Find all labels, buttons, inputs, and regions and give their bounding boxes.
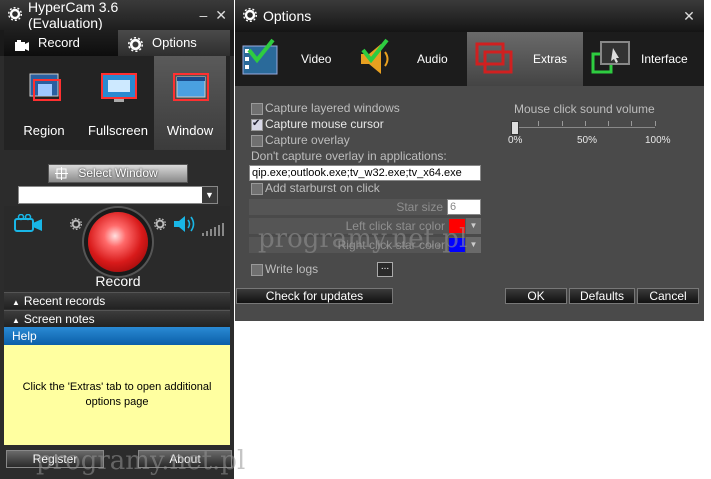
mouse-click-volume-track[interactable] bbox=[515, 127, 655, 128]
tab-video[interactable]: Video bbox=[235, 32, 351, 86]
main-titlebar: HyperCam 3.6 (Evaluation) – ✕ bbox=[0, 0, 234, 31]
tab-audio[interactable]: Audio bbox=[351, 32, 467, 86]
audio-speaker-icon bbox=[357, 38, 397, 81]
star-size-label: Star size bbox=[396, 200, 443, 214]
slider-tick bbox=[655, 121, 656, 126]
gear-icon[interactable] bbox=[242, 7, 258, 25]
write-logs-label: Write logs bbox=[265, 262, 319, 276]
add-starburst-checkbox[interactable] bbox=[251, 183, 263, 195]
ok-button[interactable]: OK bbox=[505, 288, 567, 304]
capture-layered-windows-checkbox[interactable] bbox=[251, 103, 263, 115]
tab-extras[interactable]: Extras bbox=[467, 32, 583, 86]
triangle-up-icon: ▲ bbox=[12, 316, 20, 325]
capture-mouse-cursor-label: Capture mouse cursor bbox=[265, 117, 384, 131]
capture-overlay-checkbox[interactable] bbox=[251, 135, 263, 147]
select-window-button[interactable]: Select Window bbox=[48, 164, 188, 183]
check-updates-button[interactable]: Check for updates bbox=[236, 288, 393, 304]
region-icon bbox=[28, 72, 64, 107]
gear-icon[interactable] bbox=[69, 217, 83, 233]
cancel-button[interactable]: Cancel bbox=[637, 288, 699, 304]
add-starburst-label: Add starburst on click bbox=[265, 181, 380, 195]
chevron-down-icon[interactable]: ▼ bbox=[202, 187, 217, 203]
capture-mode-selector: Region Fullscreen Window bbox=[4, 56, 230, 150]
capture-overlay-label: Capture overlay bbox=[265, 133, 350, 147]
write-logs-checkbox[interactable] bbox=[251, 264, 263, 276]
options-window: Options ✕ Video Audio Extras Interface C… bbox=[235, 0, 704, 321]
close-button[interactable]: ✕ bbox=[680, 7, 698, 25]
help-text: Click the 'Extras' tab to open additiona… bbox=[4, 345, 230, 445]
watermark: programy.net.pl bbox=[36, 446, 246, 476]
volume-level-icon bbox=[202, 222, 224, 239]
slider-tick bbox=[562, 121, 563, 126]
extras-windows-icon bbox=[473, 38, 517, 81]
section-recent-records[interactable]: ▲ Recent records bbox=[4, 292, 230, 309]
slider-tick bbox=[585, 121, 586, 126]
section-screen-notes[interactable]: ▲ Screen notes bbox=[4, 310, 230, 327]
volume-tick-50: 50% bbox=[577, 135, 598, 146]
slider-tick bbox=[608, 121, 609, 126]
overlay-apps-input[interactable]: qip.exe;outlook.exe;tv_w32.exe;tv_x64.ex… bbox=[249, 165, 481, 181]
star-size-row: Star size 6 bbox=[249, 199, 481, 215]
volume-tick-0: 0% bbox=[508, 135, 523, 146]
watermark: programy.net.pl bbox=[258, 224, 468, 254]
chevron-down-icon[interactable]: ▼ bbox=[466, 218, 481, 234]
slider-tick bbox=[538, 121, 539, 126]
triangle-up-icon: ▲ bbox=[12, 298, 20, 307]
mode-window[interactable]: Window bbox=[154, 56, 226, 150]
browse-logs-button[interactable]: ... bbox=[377, 262, 393, 277]
record-button[interactable] bbox=[88, 212, 148, 272]
hypercam-main-window: HyperCam 3.6 (Evaluation) – ✕ Record Opt… bbox=[0, 0, 234, 479]
mode-region[interactable]: Region bbox=[8, 56, 80, 150]
mouse-click-volume-thumb[interactable] bbox=[511, 121, 519, 135]
dont-capture-overlay-label: Don't capture overlay in applications: bbox=[251, 149, 447, 163]
slider-tick bbox=[631, 121, 632, 126]
star-size-input[interactable]: 6 bbox=[447, 199, 481, 215]
tab-interface[interactable]: Interface bbox=[583, 32, 704, 86]
window-icon bbox=[172, 72, 210, 107]
options-tabs: Video Audio Extras Interface bbox=[235, 32, 704, 86]
section-help[interactable]: Help bbox=[4, 327, 230, 345]
capture-mouse-cursor-checkbox[interactable] bbox=[251, 118, 263, 131]
webcam-icon[interactable] bbox=[14, 213, 44, 239]
close-button[interactable]: ✕ bbox=[212, 6, 230, 24]
mouse-click-volume-label: Mouse click sound volume bbox=[514, 102, 655, 116]
main-tabs: Record Options bbox=[0, 30, 234, 56]
main-window-title: HyperCam 3.6 (Evaluation) bbox=[28, 0, 119, 31]
capture-layered-windows-label: Capture layered windows bbox=[265, 101, 400, 115]
tab-record[interactable]: Record bbox=[4, 30, 118, 56]
gear-icon[interactable] bbox=[153, 217, 167, 233]
video-film-icon bbox=[241, 38, 281, 81]
options-titlebar: Options ✕ bbox=[235, 0, 704, 32]
mode-fullscreen[interactable]: Fullscreen bbox=[82, 56, 154, 150]
volume-tick-100: 100% bbox=[645, 135, 671, 146]
crosshair-icon bbox=[55, 167, 68, 185]
minimize-button[interactable]: – bbox=[195, 6, 213, 24]
speaker-icon[interactable] bbox=[172, 214, 198, 237]
options-window-title: Options bbox=[263, 8, 312, 24]
window-combo[interactable]: ▼ bbox=[18, 186, 218, 204]
interface-window-icon bbox=[589, 38, 633, 81]
gear-icon[interactable] bbox=[7, 6, 23, 24]
fullscreen-icon bbox=[100, 72, 138, 107]
chevron-down-icon[interactable]: ▼ bbox=[466, 237, 481, 253]
tab-options[interactable]: Options bbox=[118, 30, 230, 56]
defaults-button[interactable]: Defaults bbox=[569, 288, 635, 304]
record-label: Record bbox=[95, 273, 141, 289]
